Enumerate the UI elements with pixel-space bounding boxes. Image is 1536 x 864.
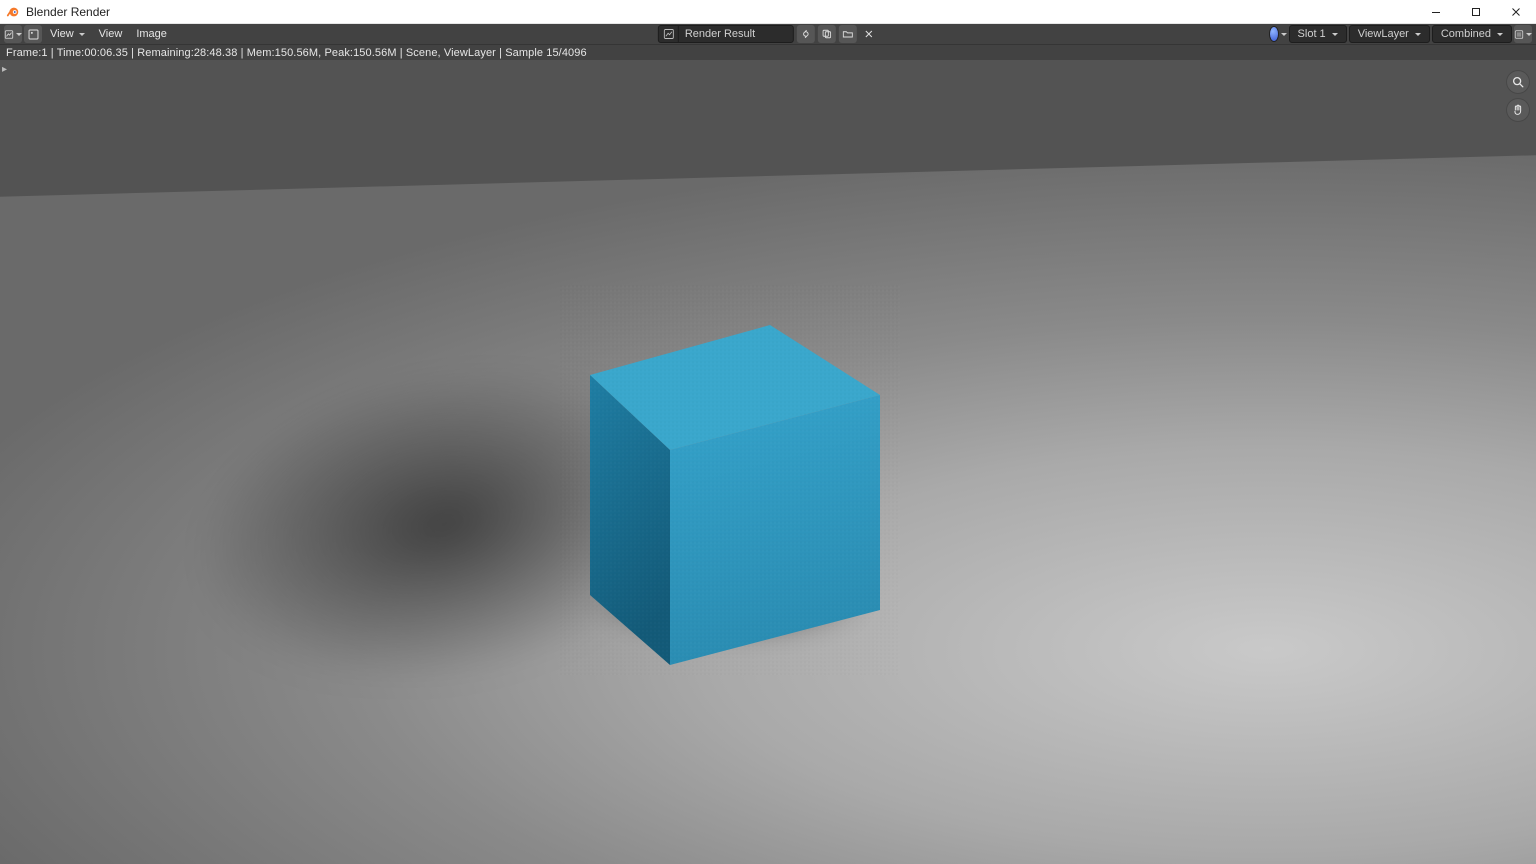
viewport-zoom-button[interactable] <box>1506 70 1530 94</box>
view-menu-1[interactable]: View <box>44 26 91 42</box>
window-titlebar: Blender Render <box>0 0 1536 24</box>
viewlayer-label: ViewLayer <box>1358 28 1409 40</box>
image-datablock-label: Render Result <box>679 28 793 40</box>
fake-user-button[interactable] <box>797 25 815 43</box>
render-status-line: Frame:1 | Time:00:06.35 | Remaining:28:4… <box>0 44 1536 60</box>
mode-dropdown[interactable] <box>24 25 42 43</box>
render-status-text: Frame:1 | Time:00:06.35 | Remaining:28:4… <box>6 47 587 59</box>
folder-icon <box>842 28 854 40</box>
link-icon <box>800 28 812 40</box>
image-datablock-dropdown[interactable]: Render Result <box>658 25 794 43</box>
slot-label: Slot 1 <box>1298 28 1326 40</box>
view-menu-2[interactable]: View <box>93 26 129 42</box>
menu-label: View <box>99 28 123 40</box>
magnifier-icon <box>1511 75 1525 89</box>
viewlayer-dropdown[interactable]: ViewLayer <box>1349 25 1430 43</box>
header-center: Render Result <box>658 25 878 43</box>
open-image-button[interactable] <box>839 25 857 43</box>
copy-icon <box>821 28 833 40</box>
renderpass-dropdown[interactable]: Combined <box>1432 25 1512 43</box>
render-result-image: cube-top-face <box>0 60 1536 864</box>
menu-label: Image <box>136 28 167 40</box>
x-icon <box>863 28 875 40</box>
image-editor-icon <box>4 28 14 41</box>
channels-icon <box>1514 28 1524 41</box>
colorspace-swatch-icon <box>1269 26 1279 42</box>
slot-dropdown[interactable]: Slot 1 <box>1289 25 1347 43</box>
image-menu[interactable]: Image <box>130 26 173 42</box>
viewport-pan-button[interactable] <box>1506 98 1530 122</box>
rendered-blue-cube: cube-top-face <box>560 285 900 675</box>
hand-icon <box>1511 103 1525 117</box>
image-editor-header: View View Image Render Result <box>0 24 1536 44</box>
titlebar-left: Blender Render <box>0 5 110 19</box>
unlink-image-button[interactable] <box>860 25 878 43</box>
window-title: Blender Render <box>26 5 110 19</box>
header-left: View View Image <box>0 25 173 43</box>
window-close-button[interactable] <box>1496 0 1536 23</box>
header-right: Slot 1 ViewLayer Combined <box>1269 25 1532 43</box>
blender-app-icon <box>6 5 20 19</box>
duplicate-button[interactable] <box>818 25 836 43</box>
renderpass-label: Combined <box>1441 28 1491 40</box>
window-maximize-button[interactable] <box>1456 0 1496 23</box>
editor-type-dropdown[interactable] <box>4 25 22 43</box>
maximize-icon <box>1471 7 1481 17</box>
close-icon <box>1511 7 1521 17</box>
window-minimize-button[interactable] <box>1416 0 1456 23</box>
minimize-icon <box>1431 7 1441 17</box>
display-colorspace-dropdown[interactable] <box>1269 25 1287 43</box>
image-datablock-icon <box>659 26 679 42</box>
titlebar-controls <box>1416 0 1536 23</box>
display-channels-dropdown[interactable] <box>1514 25 1532 43</box>
view-mode-icon <box>27 28 40 41</box>
render-viewport[interactable]: ▸ cube-top-face <box>0 60 1536 864</box>
menu-label: View <box>50 28 74 40</box>
